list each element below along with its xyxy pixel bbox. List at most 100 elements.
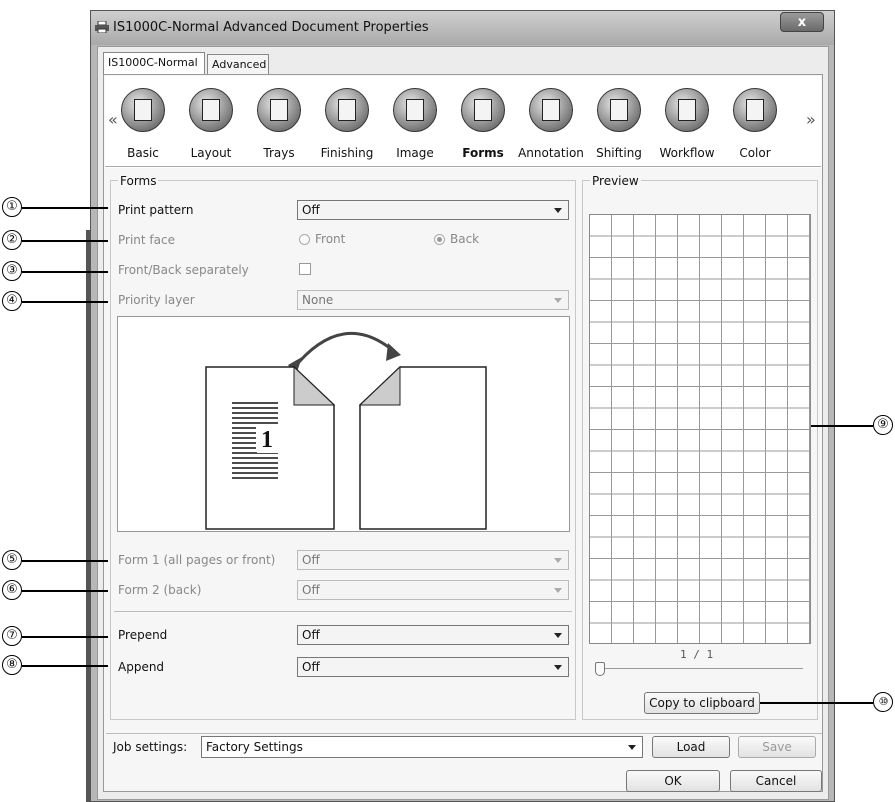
prepend-select[interactable]: Off bbox=[297, 625, 569, 645]
page-indicator: 1 / 1 bbox=[680, 648, 714, 661]
category-label-color[interactable]: Color bbox=[720, 146, 790, 160]
preview-group-title: Preview bbox=[590, 174, 641, 188]
layout-glyph bbox=[202, 99, 220, 121]
printer-icon bbox=[95, 21, 109, 33]
color-icon[interactable] bbox=[733, 88, 777, 132]
chevron-down-icon bbox=[554, 208, 562, 213]
close-button[interactable]: x bbox=[780, 12, 824, 32]
shifting-icon[interactable] bbox=[597, 88, 641, 132]
form2-value: Off bbox=[302, 583, 320, 597]
category-label-annotation[interactable]: Annotation bbox=[516, 146, 586, 160]
preview-grid bbox=[589, 214, 811, 644]
iconbar-divider bbox=[105, 166, 821, 167]
callout-7-line bbox=[22, 636, 108, 638]
page-flip-illustration: 1 bbox=[205, 331, 487, 530]
workflow-glyph bbox=[678, 99, 696, 121]
layout-icon[interactable] bbox=[189, 88, 233, 132]
callout-2-line bbox=[22, 240, 108, 242]
callout-6: ⑥ bbox=[2, 580, 22, 600]
chevron-down-icon bbox=[554, 633, 562, 638]
job-settings-value: Factory Settings bbox=[206, 740, 303, 754]
save-button[interactable]: Save bbox=[738, 736, 816, 758]
page-fold bbox=[293, 365, 336, 406]
category-label-image[interactable]: Image bbox=[380, 146, 450, 160]
front-back-separately-label: Front/Back separately bbox=[118, 263, 249, 277]
callout-10: ⑩ bbox=[873, 692, 893, 712]
copy-to-clipboard-button[interactable]: Copy to clipboard bbox=[644, 692, 760, 714]
basic-icon[interactable] bbox=[121, 88, 165, 132]
forms-group-title: Forms bbox=[118, 174, 159, 188]
arc-arrow bbox=[291, 331, 397, 370]
image-glyph bbox=[406, 99, 424, 121]
callout-10-line bbox=[760, 702, 873, 704]
category-label-shifting[interactable]: Shifting bbox=[584, 146, 654, 160]
basic-glyph bbox=[134, 99, 152, 121]
image-icon[interactable] bbox=[393, 88, 437, 132]
category-label-workflow[interactable]: Workflow bbox=[652, 146, 722, 160]
form1-value: Off bbox=[302, 553, 320, 567]
job-settings-label: Job settings: bbox=[113, 740, 188, 754]
scroll-right-arrow[interactable]: » bbox=[806, 110, 816, 129]
page-slider-track[interactable] bbox=[598, 668, 803, 669]
job-settings-select[interactable]: Factory Settings bbox=[201, 736, 643, 758]
annotation-glyph bbox=[542, 99, 560, 121]
print-pattern-select[interactable]: Off bbox=[297, 200, 569, 220]
prepend-value: Off bbox=[302, 628, 320, 642]
callout-8-line bbox=[22, 665, 108, 667]
callout-3-line bbox=[22, 271, 108, 273]
prepend-label: Prepend bbox=[118, 628, 168, 642]
tab-advanced[interactable]: Advanced bbox=[207, 54, 269, 74]
trays-icon[interactable] bbox=[257, 88, 301, 132]
callout-6-line bbox=[22, 590, 108, 592]
category-label-finishing[interactable]: Finishing bbox=[312, 146, 382, 160]
callout-1: ① bbox=[2, 197, 22, 217]
category-label-basic[interactable]: Basic bbox=[108, 146, 178, 160]
load-button[interactable]: Load bbox=[652, 736, 730, 758]
category-label-trays[interactable]: Trays bbox=[244, 146, 314, 160]
priority-layer-label: Priority layer bbox=[118, 293, 195, 307]
front-radio[interactable] bbox=[299, 234, 310, 245]
forms-separator bbox=[114, 611, 572, 612]
annotation-icon[interactable] bbox=[529, 88, 573, 132]
print-face-label: Print face bbox=[118, 233, 175, 247]
callout-5-line bbox=[22, 560, 108, 562]
arrow-head bbox=[386, 343, 401, 361]
callout-9-line bbox=[811, 425, 873, 427]
callout-1-line bbox=[22, 207, 108, 209]
callout-8: ⑧ bbox=[2, 655, 22, 675]
scroll-left-arrow[interactable]: « bbox=[108, 110, 118, 129]
front-back-separately-checkbox[interactable] bbox=[299, 263, 311, 275]
append-label: Append bbox=[118, 660, 165, 674]
tab-is1000c-normal[interactable]: IS1000C-Normal bbox=[103, 52, 205, 74]
back-radio-label: Back bbox=[450, 232, 480, 246]
page-slider-thumb[interactable] bbox=[595, 662, 605, 676]
category-label-layout[interactable]: Layout bbox=[176, 146, 246, 160]
callout-9: ⑨ bbox=[873, 415, 893, 435]
callout-5: ⑤ bbox=[2, 550, 22, 570]
chevron-down-icon bbox=[554, 588, 562, 593]
workflow-icon[interactable] bbox=[665, 88, 709, 132]
page-number: 1 bbox=[261, 427, 273, 453]
ok-button[interactable]: OK bbox=[626, 770, 720, 792]
shifting-glyph bbox=[610, 99, 628, 121]
chevron-down-icon bbox=[628, 745, 636, 750]
color-glyph bbox=[746, 99, 764, 121]
callout-2: ② bbox=[2, 230, 22, 250]
window-title: IS1000C-Normal Advanced Document Propert… bbox=[113, 20, 429, 35]
form2-select[interactable]: Off bbox=[297, 580, 569, 600]
category-label-forms[interactable]: Forms bbox=[448, 146, 518, 160]
form2-label: Form 2 (back) bbox=[118, 583, 202, 597]
priority-layer-select[interactable]: None bbox=[297, 290, 569, 310]
chevron-down-icon bbox=[554, 298, 562, 303]
chevron-down-icon bbox=[554, 665, 562, 670]
callout-7: ⑦ bbox=[2, 626, 22, 646]
finishing-icon[interactable] bbox=[325, 88, 369, 132]
form1-label: Form 1 (all pages or front) bbox=[118, 553, 276, 567]
cancel-button[interactable]: Cancel bbox=[730, 770, 822, 792]
append-select[interactable]: Off bbox=[297, 657, 569, 677]
back-radio[interactable] bbox=[434, 234, 445, 245]
job-separator bbox=[106, 733, 822, 734]
form1-select[interactable]: Off bbox=[297, 550, 569, 570]
forms-icon[interactable] bbox=[461, 88, 505, 132]
forms-illustration: 1 bbox=[117, 316, 570, 532]
